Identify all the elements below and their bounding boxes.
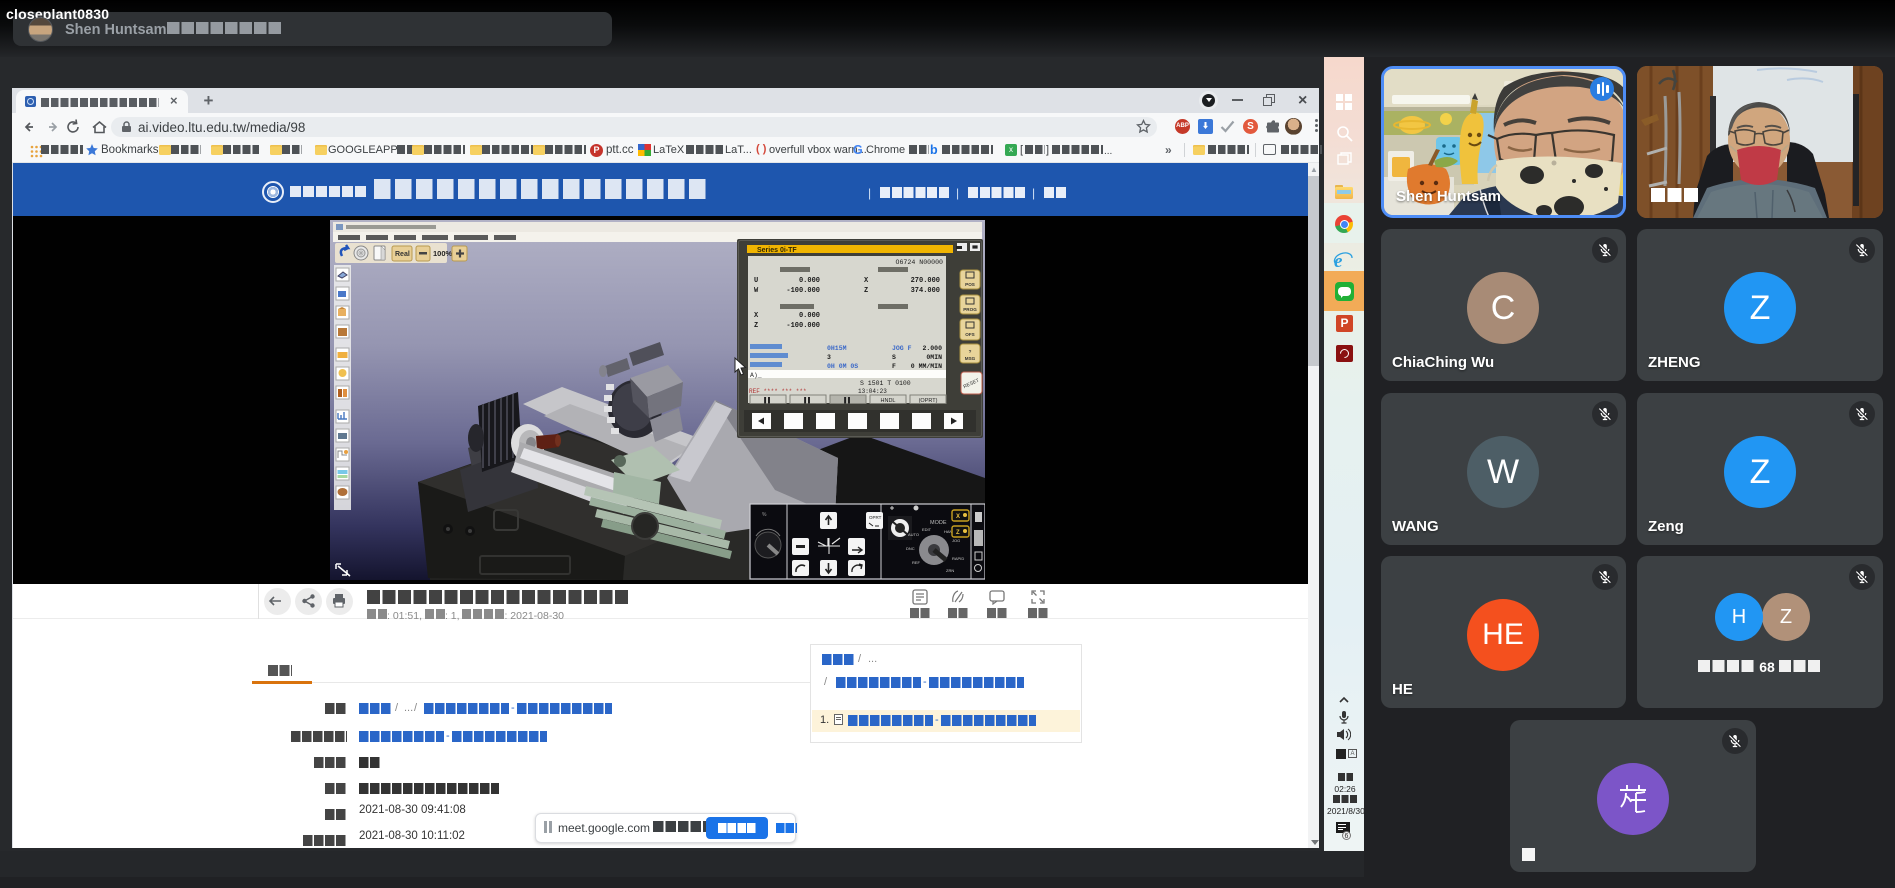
svg-text:MSG: MSG <box>965 356 976 361</box>
svg-text:Real: Real <box>395 251 410 258</box>
svg-text:POS: POS <box>965 282 975 287</box>
svg-text:Series 0i-TF: Series 0i-TF <box>757 247 797 254</box>
svg-text:0H15M: 0H15M <box>827 345 847 352</box>
svg-text:PROG: PROG <box>963 307 977 312</box>
svg-text:A)_: A)_ <box>750 372 762 379</box>
svg-text:0.000: 0.000 <box>799 312 820 320</box>
svg-text:Z: Z <box>956 530 960 536</box>
svg-text:S 1501 T 0100: S 1501 T 0100 <box>860 380 911 387</box>
svg-text:?: ? <box>969 349 972 354</box>
svg-text:S: S <box>892 354 896 361</box>
svg-text:270.000: 270.000 <box>911 277 940 285</box>
svg-text:AUTO: AUTO <box>908 532 919 537</box>
svg-text:EDIT: EDIT <box>922 527 932 532</box>
svg-text:0H 0M 0S: 0H 0M 0S <box>827 363 858 370</box>
svg-text:OPRT: OPRT <box>869 515 882 520</box>
svg-text:▌▌: ▌▌ <box>804 397 812 404</box>
svg-text:374.000: 374.000 <box>911 287 940 295</box>
svg-text:JOG F: JOG F <box>892 345 912 352</box>
svg-text:X: X <box>956 514 960 520</box>
svg-text:F: F <box>892 363 896 370</box>
svg-text:2.000: 2.000 <box>922 345 942 352</box>
svg-text:0MIN: 0MIN <box>926 354 942 361</box>
svg-text:0.000: 0.000 <box>799 277 820 285</box>
svg-text:0 MM/MIN: 0 MM/MIN <box>911 363 942 370</box>
svg-text:▌▌: ▌▌ <box>764 397 772 404</box>
svg-text:Z: Z <box>864 287 868 295</box>
svg-text:MODE: MODE <box>930 520 947 526</box>
svg-text:%: % <box>762 512 767 518</box>
svg-text:-100.000: -100.000 <box>786 322 820 330</box>
svg-text:13:04:23: 13:04:23 <box>858 388 887 395</box>
svg-text:O6724 N00000: O6724 N00000 <box>896 259 944 266</box>
svg-text:▌▌: ▌▌ <box>844 397 852 404</box>
svg-text:U: U <box>754 277 758 285</box>
svg-text:JOG: JOG <box>952 538 960 543</box>
svg-text:3: 3 <box>827 354 831 361</box>
svg-text:HNDL: HNDL <box>881 398 896 404</box>
svg-text:DNC: DNC <box>906 546 915 551</box>
svg-text:100%: 100% <box>433 249 453 258</box>
svg-text:(OPRT): (OPRT) <box>919 398 938 404</box>
svg-text:ZRN: ZRN <box>946 568 954 573</box>
svg-text:REF: REF <box>912 560 921 565</box>
svg-text:-100.000: -100.000 <box>786 287 820 295</box>
svg-text:Z: Z <box>754 322 758 330</box>
svg-text:RAPID: RAPID <box>952 556 964 561</box>
svg-text:OFS: OFS <box>965 332 974 337</box>
svg-text:REF **** *** ***: REF **** *** *** <box>749 388 807 395</box>
